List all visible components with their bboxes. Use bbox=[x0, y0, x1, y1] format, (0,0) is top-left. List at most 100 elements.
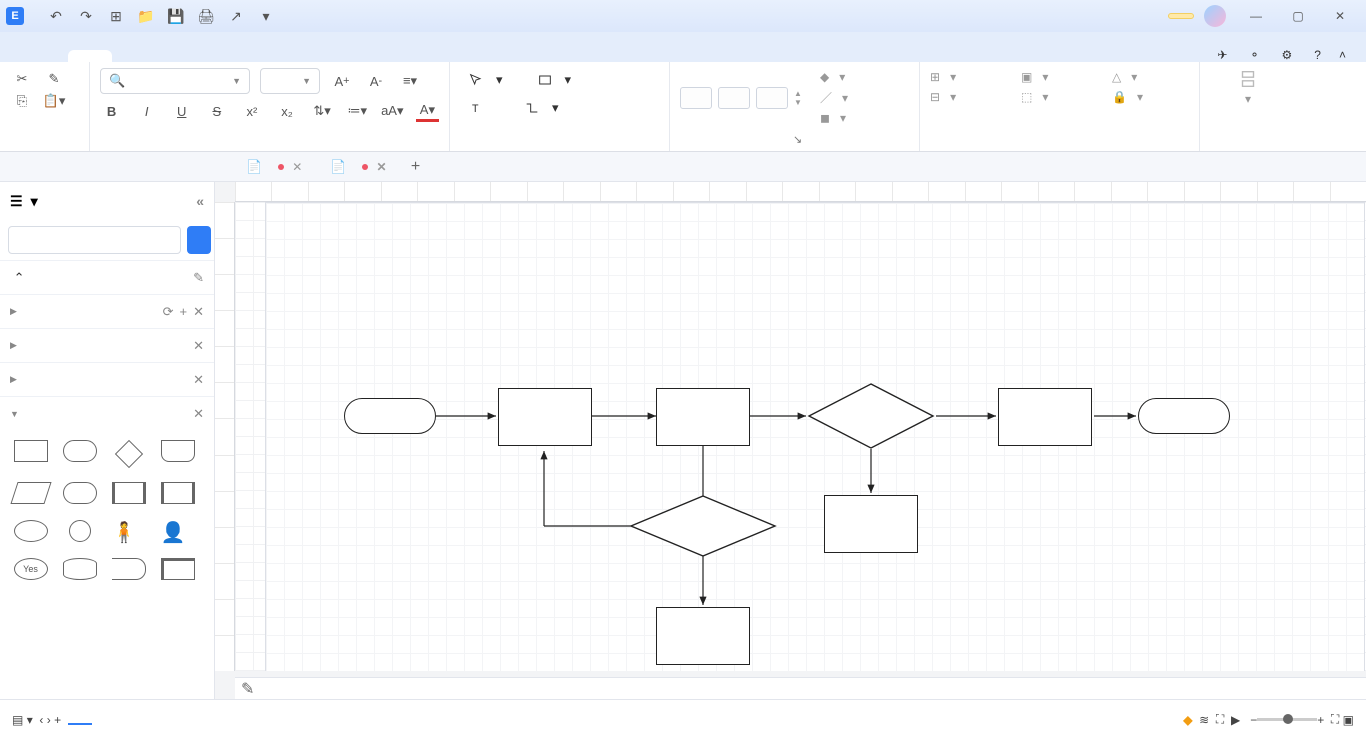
user-avatar[interactable] bbox=[1204, 5, 1226, 27]
shape-database[interactable] bbox=[55, 552, 104, 590]
share-button[interactable]: ⚬ bbox=[1249, 48, 1263, 62]
bullets[interactable]: ≔▾ bbox=[346, 100, 369, 122]
format-painter-button[interactable]: ✎ bbox=[42, 68, 66, 90]
symbol-search-button[interactable] bbox=[187, 226, 211, 254]
tab-file[interactable] bbox=[24, 50, 68, 62]
node-end[interactable] bbox=[1138, 398, 1230, 434]
group-button[interactable]: ▣ ▾ bbox=[1021, 68, 1098, 86]
shadow-button[interactable]: ◼ ▾ bbox=[820, 109, 848, 127]
style-3[interactable] bbox=[756, 87, 788, 109]
print-button[interactable]: 🖨 bbox=[194, 4, 218, 28]
connector-tool[interactable]: ▾ bbox=[516, 96, 567, 120]
save-button[interactable]: 💾 bbox=[164, 4, 188, 28]
font-select[interactable]: 🔍 ▼ bbox=[100, 68, 250, 94]
close-button[interactable]: ✕ bbox=[1320, 4, 1360, 28]
shape-predefined[interactable] bbox=[153, 476, 202, 514]
tab-symbols[interactable] bbox=[244, 50, 288, 62]
shape-tool[interactable]: ▾ bbox=[529, 68, 580, 92]
shape-internal[interactable] bbox=[153, 552, 202, 590]
new-button[interactable]: ⊞ bbox=[104, 4, 128, 28]
rotate-button[interactable]: △ ▾ bbox=[1112, 68, 1189, 86]
node-proc5[interactable] bbox=[656, 607, 750, 665]
lock-button[interactable]: 🔒 ▾ bbox=[1112, 88, 1189, 106]
strike-button[interactable]: S bbox=[205, 100, 228, 122]
undo-button[interactable]: ↶ bbox=[44, 4, 68, 28]
add-tab-button[interactable]: + bbox=[401, 158, 431, 176]
size-button[interactable]: ⬚ ▾ bbox=[1021, 88, 1098, 106]
node-proc3[interactable] bbox=[998, 388, 1092, 446]
close-tab-2[interactable]: ✕ bbox=[376, 160, 386, 174]
node-start[interactable] bbox=[344, 398, 436, 434]
canvas-area[interactable] bbox=[235, 202, 1366, 671]
subscript-button[interactable]: x₂ bbox=[275, 100, 298, 122]
tab-view[interactable] bbox=[200, 50, 244, 62]
ribbon-collapse[interactable]: ˄ bbox=[1339, 48, 1346, 62]
copy-button[interactable]: ⎘ bbox=[10, 90, 34, 112]
drawing-page[interactable] bbox=[265, 202, 1365, 671]
collapse-panel-button[interactable]: « bbox=[196, 193, 204, 209]
presentation-icon[interactable]: ▶ bbox=[1231, 713, 1240, 727]
shape-data[interactable] bbox=[6, 476, 55, 514]
shape-people-1[interactable]: 🧍 bbox=[104, 514, 153, 552]
eyedropper-icon[interactable]: ✎ bbox=[241, 679, 254, 699]
text-tool[interactable]: T bbox=[460, 96, 498, 120]
case-change[interactable]: aA▾ bbox=[381, 100, 404, 122]
buy-now-link[interactable]: ◆ bbox=[1183, 713, 1192, 727]
node-proc4[interactable] bbox=[824, 495, 918, 553]
lib-callouts[interactable]: ▶✕ bbox=[0, 362, 214, 396]
minimize-button[interactable]: — bbox=[1236, 4, 1276, 28]
node-proc2[interactable] bbox=[656, 388, 750, 446]
zoom-out[interactable]: − bbox=[1250, 713, 1257, 727]
shape-decision[interactable] bbox=[104, 434, 153, 476]
font-color[interactable]: A▾ bbox=[416, 100, 439, 122]
lib-my-library[interactable]: ▶⟳+✕ bbox=[0, 294, 214, 328]
shape-start-circle[interactable] bbox=[55, 514, 104, 552]
tab-design[interactable] bbox=[156, 50, 200, 62]
style-2[interactable] bbox=[718, 87, 750, 109]
shape-process-2[interactable] bbox=[55, 434, 104, 476]
shape-start-ellipse[interactable] bbox=[6, 514, 55, 552]
align-para[interactable]: ≡▾ bbox=[398, 70, 422, 92]
shape-yesno[interactable]: Yes bbox=[6, 552, 55, 590]
publish-button[interactable]: ✈ bbox=[1217, 48, 1231, 62]
cut-button[interactable]: ✂ bbox=[10, 68, 34, 90]
fit-page-icon[interactable]: ⛶ bbox=[1331, 712, 1339, 727]
zoom-in[interactable]: + bbox=[1317, 713, 1324, 727]
fill-button[interactable]: ◆ ▾ bbox=[820, 68, 848, 86]
page-tab[interactable] bbox=[68, 715, 92, 725]
layers-icon[interactable]: ≋ bbox=[1199, 713, 1209, 727]
doc-tab-2[interactable]: 📄 ✕ bbox=[316, 152, 400, 181]
node-decision1[interactable] bbox=[806, 381, 936, 451]
position-button[interactable]: ⊞ ▾ bbox=[930, 68, 1007, 86]
lib-basic-flowchart[interactable]: ▼✕ bbox=[0, 396, 214, 430]
style-1[interactable] bbox=[680, 87, 712, 109]
redo-button[interactable]: ↷ bbox=[74, 4, 98, 28]
close-tab-1[interactable]: ✕ bbox=[292, 160, 302, 174]
node-decision2[interactable] bbox=[628, 493, 778, 559]
next-page[interactable]: › bbox=[47, 713, 51, 727]
increase-font[interactable]: A+ bbox=[330, 70, 354, 92]
paste-button[interactable]: 📋▾ bbox=[42, 90, 66, 112]
help-button[interactable]: ? bbox=[1314, 48, 1321, 62]
font-size-select[interactable]: ▼ bbox=[260, 68, 320, 94]
qat-more[interactable]: ▾ bbox=[254, 4, 278, 28]
shape-process[interactable] bbox=[6, 434, 55, 476]
decrease-font[interactable]: A- bbox=[364, 70, 388, 92]
lib-arrow-shapes[interactable]: ▶✕ bbox=[0, 328, 214, 362]
shape-startend[interactable] bbox=[55, 476, 104, 514]
select-tool[interactable]: ▾ bbox=[460, 68, 511, 92]
tab-advanced[interactable] bbox=[288, 50, 332, 62]
symbol-search-input[interactable] bbox=[8, 226, 181, 254]
zoom-slider[interactable] bbox=[1257, 718, 1317, 721]
maximize-button[interactable]: ▢ bbox=[1278, 4, 1318, 28]
line-button[interactable]: ／ ▾ bbox=[820, 87, 848, 108]
tab-home[interactable] bbox=[68, 50, 112, 62]
options-button[interactable]: ⚙ bbox=[1282, 48, 1297, 62]
export-button[interactable]: ↗ bbox=[224, 4, 248, 28]
focus-button[interactable]: ⛶ bbox=[1216, 712, 1224, 727]
color-palette[interactable]: ✎ bbox=[235, 677, 1366, 699]
underline-button[interactable]: U bbox=[170, 100, 193, 122]
line-spacing[interactable]: ⇅▾ bbox=[311, 100, 334, 122]
doc-tab-1[interactable]: 📄 ✕ bbox=[232, 152, 316, 181]
add-page[interactable]: + bbox=[54, 713, 61, 727]
